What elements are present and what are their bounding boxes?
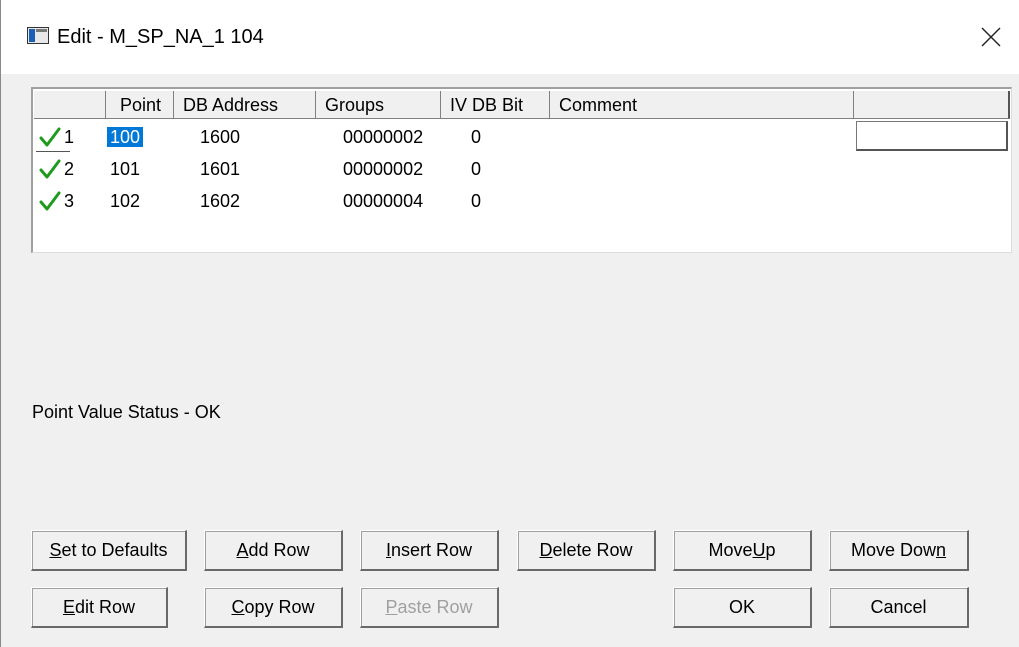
title-bar[interactable]: Edit - M_SP_NA_1 104 bbox=[1, 0, 1019, 74]
ok-button[interactable]: OK bbox=[673, 587, 812, 628]
set-to-defaults-button[interactable]: Set to Defaults bbox=[31, 530, 187, 571]
paste-row-button: Paste Row bbox=[360, 587, 499, 628]
cell-iv-db-bit[interactable]: 0 bbox=[471, 121, 481, 153]
cell-groups[interactable]: 00000004 bbox=[343, 185, 423, 217]
check-icon bbox=[39, 127, 61, 147]
extra-column-editbox[interactable] bbox=[856, 121, 1008, 151]
header-db-address[interactable]: DB Address bbox=[174, 91, 316, 119]
window-title: Edit - M_SP_NA_1 104 bbox=[57, 26, 264, 48]
header-rownum[interactable] bbox=[34, 91, 106, 119]
close-button[interactable] bbox=[967, 14, 1015, 60]
header-iv-db-bit[interactable]: IV DB Bit bbox=[441, 91, 550, 119]
selected-cell-value[interactable]: 100 bbox=[107, 127, 144, 147]
copy-row-button[interactable]: Copy Row bbox=[204, 587, 343, 628]
move-down-button[interactable]: Move Dow n bbox=[829, 530, 969, 571]
header-comment[interactable]: Comment bbox=[550, 91, 854, 119]
add-row-button[interactable]: Add Row bbox=[204, 530, 343, 571]
cell-point[interactable]: 100 bbox=[107, 121, 144, 153]
cell-db-address[interactable]: 1601 bbox=[200, 153, 240, 185]
points-grid[interactable]: Point DB Address Groups IV DB Bit Commen… bbox=[31, 87, 1012, 253]
edit-dialog: Edit - M_SP_NA_1 104 Point DB Address Gr… bbox=[0, 0, 1019, 647]
window-app-icon bbox=[27, 27, 49, 44]
cell-db-address[interactable]: 1600 bbox=[200, 121, 240, 153]
cell-groups[interactable]: 00000002 bbox=[343, 121, 423, 153]
point-value-status: Point Value Status - OK bbox=[32, 402, 221, 422]
close-icon bbox=[981, 27, 1001, 47]
row-number[interactable]: 1 bbox=[64, 121, 74, 153]
cell-groups[interactable]: 00000002 bbox=[343, 153, 423, 185]
cell-iv-db-bit[interactable]: 0 bbox=[471, 185, 481, 217]
move-up-button[interactable]: Move Up bbox=[673, 530, 812, 571]
check-icon bbox=[39, 159, 61, 179]
edit-row-button[interactable]: Edit Row bbox=[31, 587, 168, 628]
current-row-marker bbox=[36, 151, 70, 152]
header-extra[interactable] bbox=[854, 91, 1010, 119]
row-number[interactable]: 3 bbox=[64, 185, 74, 217]
check-icon bbox=[39, 191, 61, 211]
cell-db-address[interactable]: 1602 bbox=[200, 185, 240, 217]
delete-row-button[interactable]: Delete Row bbox=[517, 530, 656, 571]
insert-row-button[interactable]: Insert Row bbox=[360, 530, 499, 571]
header-point[interactable]: Point bbox=[106, 91, 174, 119]
row-number[interactable]: 2 bbox=[64, 153, 74, 185]
cell-point[interactable]: 101 bbox=[110, 153, 140, 185]
cell-point[interactable]: 102 bbox=[110, 185, 140, 217]
header-groups[interactable]: Groups bbox=[316, 91, 441, 119]
cell-iv-db-bit[interactable]: 0 bbox=[471, 153, 481, 185]
cancel-button[interactable]: Cancel bbox=[829, 587, 969, 628]
